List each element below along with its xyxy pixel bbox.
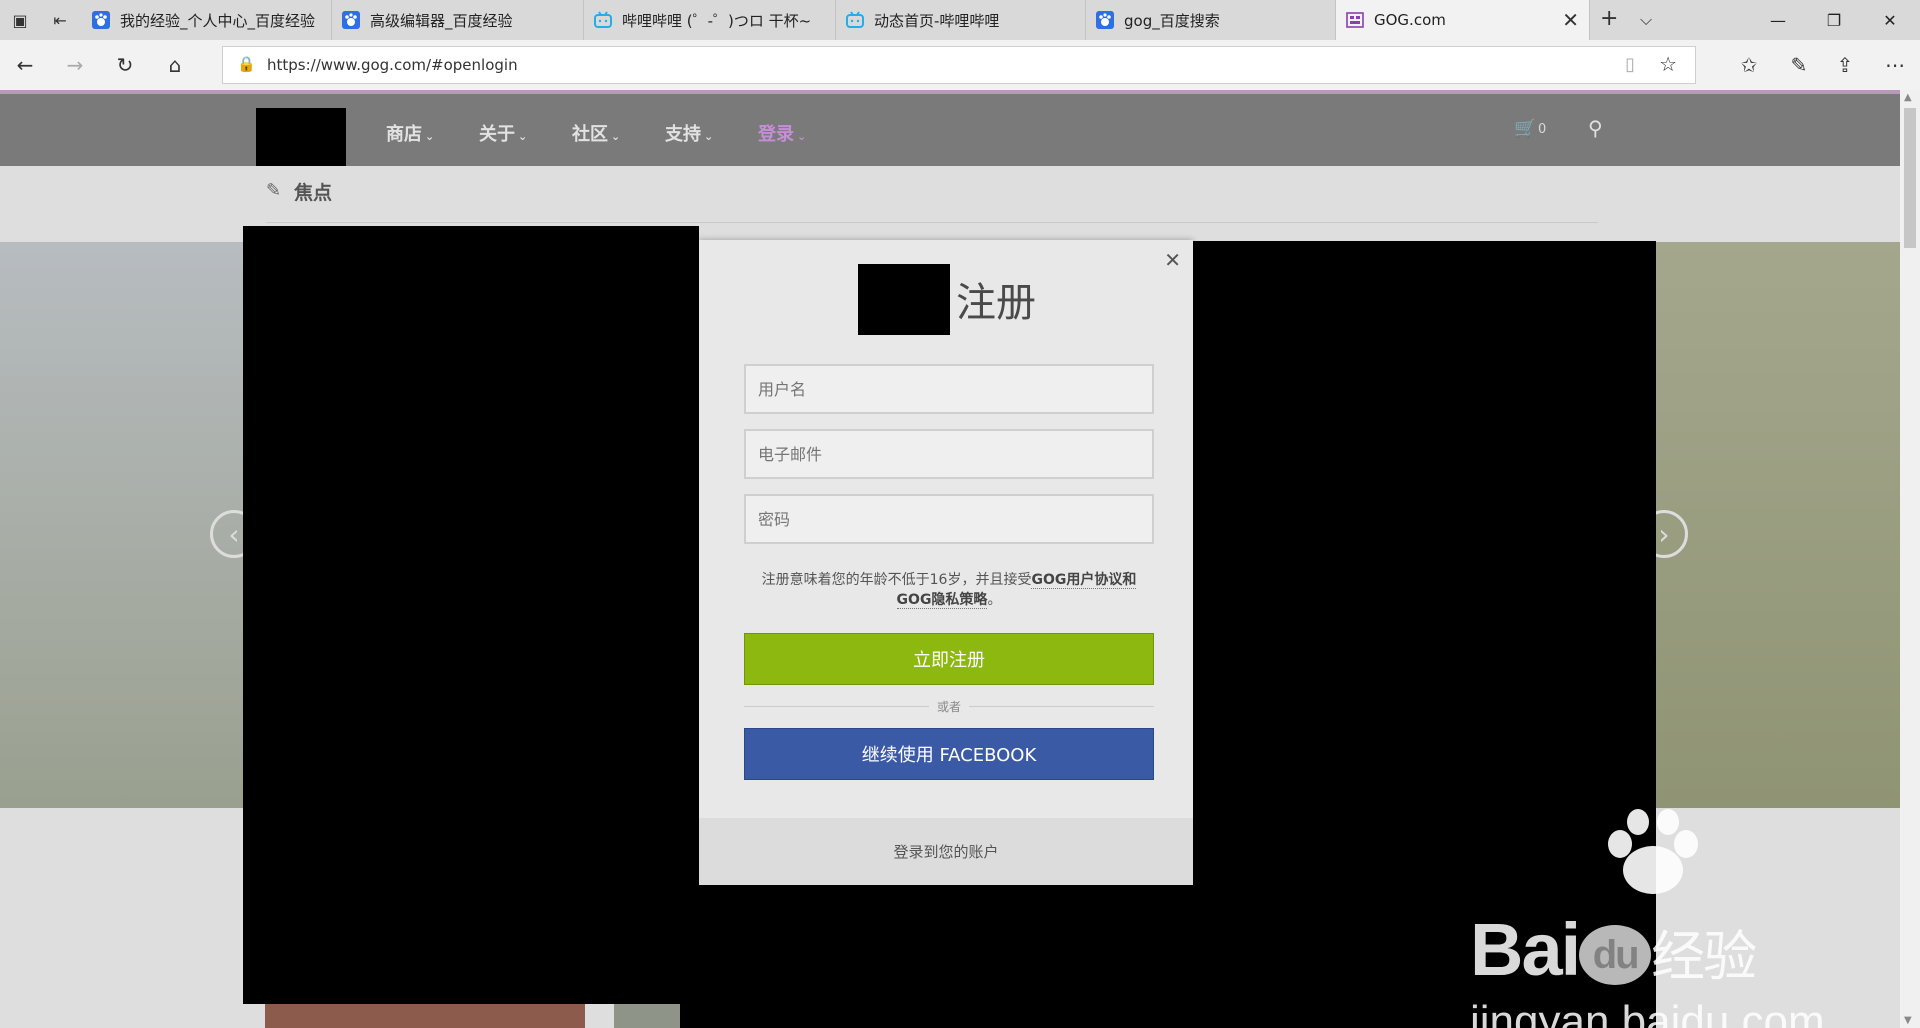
facebook-button[interactable]: 继续使用 FACEBOOK — [744, 728, 1154, 780]
baidu-paw-icon — [1096, 11, 1114, 29]
watermark-brand-du: du — [1579, 925, 1652, 986]
back-icon[interactable]: ← — [12, 52, 38, 78]
close-window-icon[interactable]: ✕ — [1862, 0, 1918, 40]
nav-login[interactable]: 登录 ⌄ — [758, 120, 806, 146]
browser-tab[interactable]: gog_百度搜索 — [1086, 0, 1336, 40]
watermark-brand: Bai — [1470, 908, 1581, 991]
user-agreement-link[interactable]: GOG用户协议和 — [1031, 572, 1137, 589]
section-title: 焦点 — [294, 182, 333, 204]
set-aside-tabs-icon[interactable]: ⇤ — [48, 8, 72, 32]
gog-logo-redacted[interactable] — [256, 108, 346, 166]
forward-icon[interactable]: → — [62, 52, 88, 78]
site-nav: 商店 ⌄ 关于 ⌄ 社区 ⌄ 支持 ⌄ 登录 ⌄ 🛒 0 ⚲ — [0, 94, 1900, 166]
restore-icon[interactable]: ❐ — [1806, 0, 1862, 40]
tab-title: 我的经验_个人中心_百度经验 — [120, 11, 316, 30]
nav-about[interactable]: 关于 ⌄ — [479, 120, 527, 146]
terms-suffix: 。 — [987, 592, 1002, 608]
browser-tab-bar: ▣ ⇤ 我的经验_个人中心_百度经验 高级编辑器_百度经验 哔哩哔哩 (゜-゜)… — [0, 0, 1920, 40]
baidu-jingyan-watermark: Bai du 经验 jingyan.baidu.com — [1470, 910, 1825, 1028]
address-bar[interactable]: 🔒 https://www.gog.com/#openlogin ▯ ☆ — [222, 46, 1696, 84]
more-icon[interactable]: ⋯ — [1882, 52, 1908, 78]
modal-title: 注册 — [956, 280, 1036, 326]
tab-manager-icon[interactable]: ▣ — [8, 8, 32, 32]
scrollbar-thumb[interactable] — [1904, 108, 1916, 248]
browser-tab-active[interactable]: GOG.com ✕ — [1336, 0, 1590, 40]
add-favorite-star-icon[interactable]: ☆ — [1659, 52, 1677, 76]
scroll-up-icon[interactable]: ▲ — [1904, 92, 1912, 103]
nav-community[interactable]: 社区 ⌄ — [572, 120, 620, 146]
reading-view-icon[interactable]: ▯ — [1625, 54, 1635, 75]
scroll-down-icon[interactable]: ▼ — [1904, 1015, 1912, 1026]
baidu-paw-icon — [342, 11, 360, 29]
tab-title: 高级编辑器_百度经验 — [370, 11, 513, 30]
redacted-block-bottom — [680, 880, 1200, 1028]
home-icon[interactable]: ⌂ — [162, 52, 188, 78]
cart-icon[interactable]: 🛒 — [1514, 118, 1536, 139]
minimize-icon[interactable]: — — [1750, 0, 1806, 40]
lock-icon: 🔒 — [237, 55, 256, 73]
refresh-icon[interactable]: ↻ — [112, 52, 138, 78]
register-modal: ✕ 注册 注册意味着您的年龄不低于16岁，并且接受GOG用户协议和 GOG隐私策… — [699, 240, 1193, 885]
baidu-paw-icon — [92, 11, 110, 29]
nav-store[interactable]: 商店 ⌄ — [386, 120, 434, 146]
terms-prefix: 注册意味着您的年龄不低于16岁，并且接受 — [761, 572, 1032, 588]
redacted-block-left — [243, 226, 699, 1004]
thumbnail-strip-2[interactable] — [614, 1004, 680, 1028]
privacy-policy-link[interactable]: GOG隐私策略 — [896, 592, 988, 609]
thumbnail-strip-1[interactable] — [265, 1004, 585, 1028]
browser-tab[interactable]: 动态首页-哔哩哔哩 — [836, 0, 1086, 40]
new-tab-button[interactable]: + — [1600, 6, 1618, 31]
search-icon[interactable]: ⚲ — [1588, 116, 1603, 140]
password-field[interactable] — [744, 494, 1154, 544]
terms-text: 注册意味着您的年龄不低于16岁，并且接受GOG用户协议和 GOG隐私策略。 — [744, 570, 1154, 610]
username-field[interactable] — [744, 364, 1154, 414]
close-icon[interactable]: ✕ — [1164, 248, 1181, 272]
nav-support[interactable]: 支持 ⌄ — [665, 120, 713, 146]
web-note-icon[interactable]: ✎ — [1786, 52, 1812, 78]
tab-title: GOG.com — [1374, 11, 1446, 29]
tab-title: 动态首页-哔哩哔哩 — [874, 11, 1000, 30]
favorites-icon[interactable]: ✩ — [1736, 52, 1762, 78]
email-field[interactable] — [744, 429, 1154, 479]
url-text: https://www.gog.com/#openlogin — [267, 56, 518, 74]
gog-icon — [1346, 11, 1364, 29]
browser-tab[interactable]: 高级编辑器_百度经验 — [332, 0, 584, 40]
watermark-suffix: 经验 — [1651, 927, 1757, 987]
tab-list-chevron-icon[interactable]: ⌵ — [1640, 10, 1652, 30]
watermark-url: jingyan.baidu.com — [1470, 997, 1825, 1028]
browser-tab[interactable]: 我的经验_个人中心_百度经验 — [82, 0, 332, 40]
tab-title: 哔哩哔哩 (゜-゜)つロ 干杯~ — [622, 11, 812, 30]
login-link[interactable]: 登录到您的账户 — [893, 841, 998, 862]
browser-tab[interactable]: 哔哩哔哩 (゜-゜)つロ 干杯~ — [584, 0, 836, 40]
section-divider — [266, 222, 1598, 223]
tab-title: gog_百度搜索 — [1124, 11, 1220, 30]
cart-count: 0 — [1538, 122, 1547, 137]
register-button[interactable]: 立即注册 — [744, 633, 1154, 685]
bilibili-icon — [594, 11, 612, 29]
bilibili-icon — [846, 11, 864, 29]
pencil-icon: ✎ — [266, 180, 282, 201]
baidu-paw-icon — [1598, 808, 1708, 898]
modal-logo-redacted — [858, 264, 950, 335]
close-tab-icon[interactable]: ✕ — [1562, 10, 1579, 30]
or-text: 或者 — [929, 698, 969, 715]
share-icon[interactable]: ⇪ — [1832, 52, 1858, 78]
modal-footer: 登录到您的账户 — [699, 818, 1193, 885]
page-scrollbar[interactable]: ▲ ▼ — [1900, 90, 1920, 1028]
